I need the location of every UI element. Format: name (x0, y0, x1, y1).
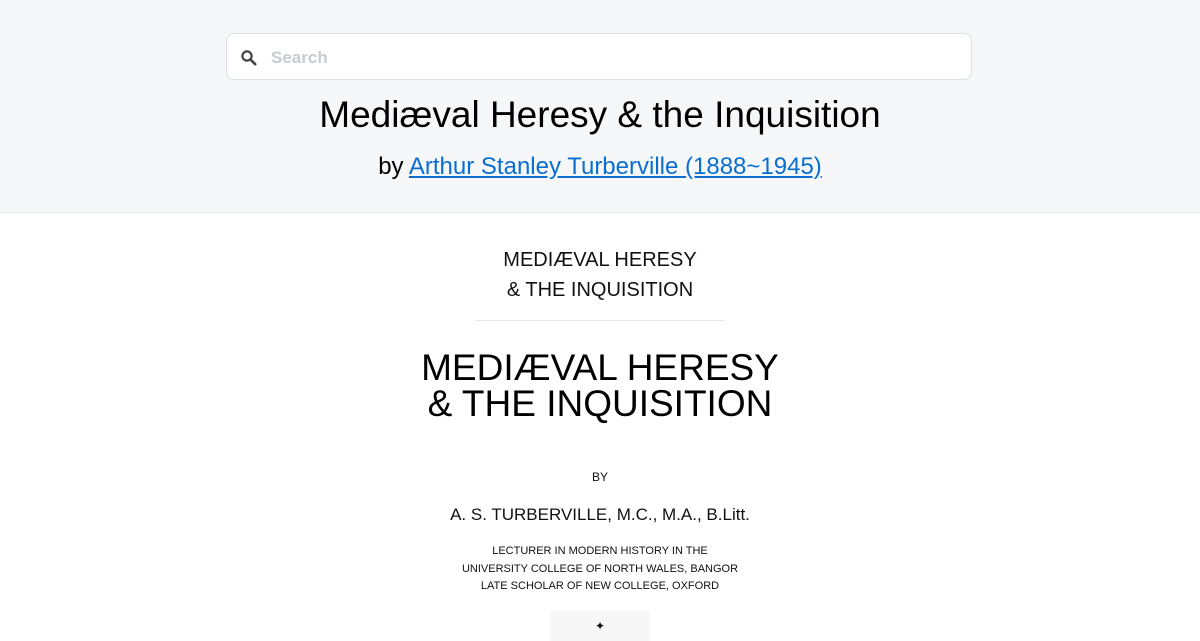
book-content: MEDIÆVAL HERESY & THE INQUISITION MEDIÆV… (0, 213, 1200, 641)
half-title-line: & THE INQUISITION (506, 279, 694, 301)
byline-prefix: by (378, 153, 404, 180)
search-bar[interactable] (226, 33, 972, 80)
title-page-heading: MEDIÆVAL HERESY & THE INQUISITION (0, 347, 1200, 424)
credential-line: LECTURER IN MODERN HISTORY IN THE (492, 545, 708, 557)
by-label: BY (591, 470, 608, 484)
byline: by Arthur Stanley Turberville (1888~1945… (0, 151, 1200, 183)
credential-line: UNIVERSITY COLLEGE OF NORTH WALES, BANGO… (461, 562, 739, 575)
author-credentials: LECTURER IN MODERN HISTORY IN THE UNIVER… (0, 543, 1200, 596)
page-title: Mediæval Heresy & the Inquisition (319, 94, 881, 135)
author-name: A. S. TURBERVILLE, M.C., M.A., B.Litt. (450, 505, 750, 524)
half-title: MEDIÆVAL HERESY & THE INQUISITION (0, 245, 1200, 305)
search-input[interactable] (269, 42, 963, 74)
title-line: MEDIÆVAL HERESY (421, 347, 779, 388)
page-header: Mediæval Heresy & the Inquisition by Art… (0, 0, 1200, 213)
divider (476, 320, 724, 321)
credential-line: LATE SCHOLAR OF NEW COLLEGE, OXFORD (480, 580, 720, 592)
title-line: & THE INQUISITION (427, 383, 773, 424)
ornament-icon: ✦ (550, 611, 650, 641)
search-icon (240, 49, 258, 67)
author-link[interactable]: Arthur Stanley Turberville (1888~1945) (409, 153, 822, 180)
half-title-line: MEDIÆVAL HERESY (503, 249, 697, 271)
